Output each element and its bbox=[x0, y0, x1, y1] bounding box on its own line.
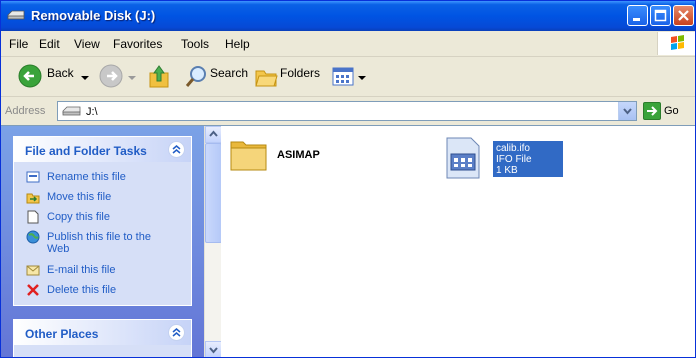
folder-name: ASIMAP bbox=[277, 149, 320, 161]
folders-button-label[interactable]: Folders bbox=[280, 66, 320, 80]
explorer-window: Removable Disk (J:) File Edit View Favor… bbox=[0, 0, 696, 358]
collapse-button[interactable] bbox=[168, 324, 185, 341]
client-area: File and Folder Tasks Rename this file M… bbox=[1, 125, 695, 357]
back-dropdown-icon[interactable] bbox=[80, 63, 90, 89]
task-label: E-mail this file bbox=[47, 264, 116, 276]
up-folder-icon[interactable] bbox=[147, 63, 171, 89]
scroll-up-button[interactable] bbox=[205, 126, 222, 143]
copy-icon bbox=[27, 210, 39, 224]
panel-title: Other Places bbox=[25, 327, 99, 341]
collapse-button[interactable] bbox=[168, 141, 185, 158]
ifo-file-icon bbox=[446, 137, 480, 179]
folders-icon[interactable] bbox=[254, 63, 278, 89]
publish-web-icon bbox=[26, 230, 40, 244]
menu-help[interactable]: Help bbox=[225, 37, 250, 51]
address-input[interactable]: J:\ bbox=[57, 101, 637, 121]
address-value: J:\ bbox=[86, 106, 98, 118]
maximize-icon bbox=[654, 9, 667, 22]
toolbar: Back Search Folders bbox=[1, 57, 695, 97]
panel-title: File and Folder Tasks bbox=[25, 144, 147, 158]
task-label-continued: Web bbox=[47, 243, 70, 255]
menu-edit[interactable]: Edit bbox=[39, 37, 60, 51]
task-label: Delete this file bbox=[47, 284, 117, 296]
email-icon bbox=[26, 265, 40, 276]
folder-icon bbox=[230, 141, 267, 171]
scroll-down-button[interactable] bbox=[205, 341, 222, 357]
panel-header[interactable]: Other Places bbox=[14, 320, 191, 345]
address-label: Address bbox=[5, 105, 46, 117]
views-icon[interactable] bbox=[331, 63, 367, 89]
go-button[interactable] bbox=[643, 102, 661, 120]
menu-bar: File Edit View Favorites Tools Help bbox=[1, 31, 695, 57]
address-bar: Address J:\ Go bbox=[1, 97, 695, 125]
close-button[interactable] bbox=[673, 5, 694, 26]
file-and-folder-tasks-panel: File and Folder Tasks Rename this file M… bbox=[13, 136, 192, 306]
search-button-label[interactable]: Search bbox=[210, 66, 248, 80]
close-icon bbox=[678, 10, 689, 21]
menu-tools[interactable]: Tools bbox=[181, 37, 209, 51]
chevron-down-icon bbox=[623, 108, 632, 115]
folder-item[interactable]: ASIMAP bbox=[229, 134, 379, 179]
drive-icon bbox=[62, 106, 81, 116]
other-places-panel: Other Places bbox=[13, 319, 192, 357]
task-label: Copy this file bbox=[47, 211, 110, 223]
windows-logo bbox=[657, 32, 695, 55]
back-button-label[interactable]: Back bbox=[47, 66, 74, 80]
chevron-down-icon bbox=[209, 347, 218, 354]
move-icon bbox=[26, 193, 40, 204]
selected-file-label[interactable]: calib.ifo IFO File 1 KB bbox=[493, 141, 563, 177]
scroll-thumb[interactable] bbox=[205, 143, 222, 243]
go-label[interactable]: Go bbox=[664, 105, 679, 117]
search-icon[interactable] bbox=[184, 63, 208, 89]
minimize-icon bbox=[633, 18, 640, 21]
maximize-button[interactable] bbox=[650, 5, 671, 26]
delete-icon bbox=[27, 284, 39, 296]
drive-icon bbox=[7, 10, 25, 20]
rename-icon bbox=[26, 171, 40, 183]
minimize-button[interactable] bbox=[627, 5, 648, 26]
task-label: Publish this file to the bbox=[47, 231, 151, 243]
window-title: Removable Disk (J:) bbox=[31, 8, 156, 23]
file-name: calib.ifo bbox=[496, 143, 530, 154]
forward-dropdown-icon[interactable] bbox=[127, 63, 137, 89]
address-dropdown-button[interactable] bbox=[618, 102, 636, 120]
task-pane: File and Folder Tasks Rename this file M… bbox=[1, 126, 204, 357]
chevron-up-icon bbox=[172, 145, 181, 154]
file-view[interactable]: ASIMAP calib.ifo IFO File 1 KB bbox=[221, 126, 695, 357]
file-type: IFO File bbox=[496, 154, 532, 165]
go-arrow-icon bbox=[647, 106, 658, 116]
task-label: Rename this file bbox=[47, 171, 126, 183]
task-label: Move this file bbox=[47, 191, 112, 203]
panel-header[interactable]: File and Folder Tasks bbox=[14, 137, 191, 162]
back-arrow-icon[interactable] bbox=[18, 63, 42, 89]
windows-flag-icon bbox=[671, 35, 684, 50]
title-bar[interactable]: Removable Disk (J:) bbox=[1, 1, 695, 31]
menu-view[interactable]: View bbox=[74, 37, 100, 51]
forward-arrow-icon[interactable] bbox=[99, 63, 123, 89]
chevron-up-icon bbox=[209, 130, 218, 137]
chevron-up-icon bbox=[172, 328, 181, 337]
task-pane-scrollbar[interactable] bbox=[204, 126, 222, 357]
menu-file[interactable]: File bbox=[9, 37, 28, 51]
menu-favorites[interactable]: Favorites bbox=[113, 37, 162, 51]
file-size: 1 KB bbox=[496, 165, 518, 176]
